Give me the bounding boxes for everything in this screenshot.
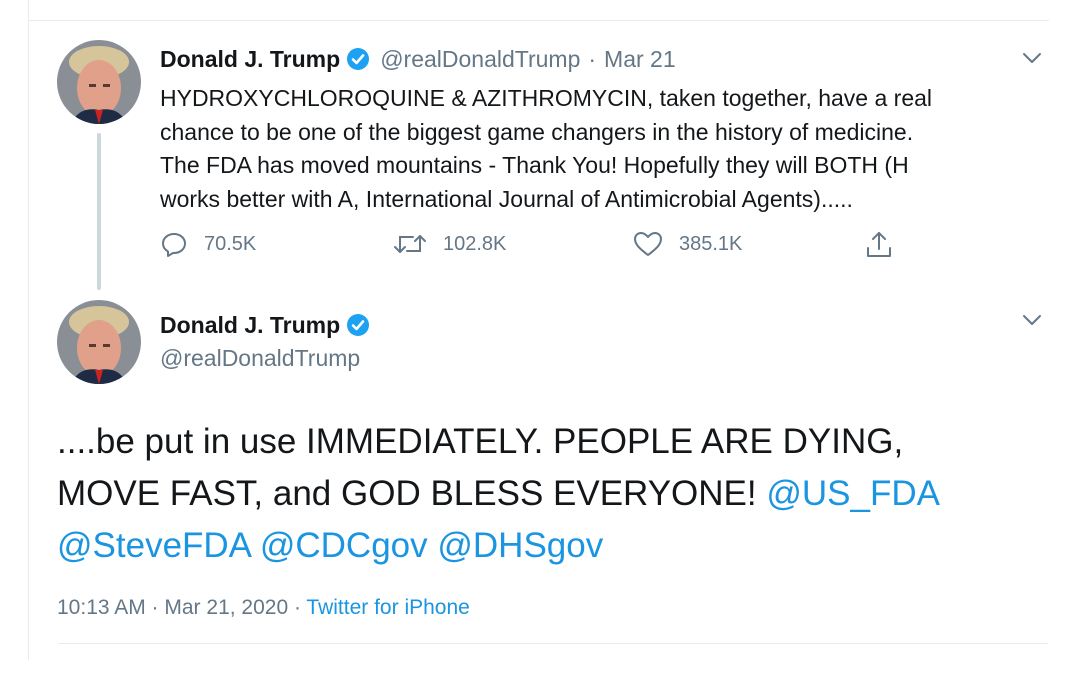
author-handle[interactable]: @realDonaldTrump	[380, 44, 580, 74]
retweet-button[interactable]: 102.8K	[393, 230, 506, 258]
mention-link[interactable]: @US_FDA	[766, 474, 940, 513]
chevron-down-icon[interactable]	[1020, 308, 1044, 332]
tweet-timestamp[interactable]: 10:13 AM · Mar 21, 2020 ·	[57, 596, 306, 619]
share-icon	[867, 232, 891, 257]
mention-link[interactable]: @SteveFDA	[57, 526, 250, 565]
author-name[interactable]: Donald J. Trump	[160, 310, 340, 340]
reply-count: 70.5K	[204, 232, 257, 255]
avatar[interactable]	[57, 300, 141, 384]
tweet-metadata: 10:13 AM · Mar 21, 2020 · Twitter for iP…	[57, 596, 470, 620]
separator-dot: ·	[588, 46, 597, 72]
author-name[interactable]: Donald J. Trump	[160, 44, 340, 74]
mention-link[interactable]: @DHSgov	[437, 526, 603, 565]
like-button[interactable]: 385.1K	[633, 230, 742, 258]
retweet-icon	[394, 235, 426, 253]
tweet-date[interactable]: Mar 21	[604, 44, 676, 74]
timeline-left-border	[28, 0, 29, 660]
mention-link[interactable]: @CDCgov	[260, 526, 428, 565]
top-divider	[29, 20, 1049, 21]
tweet-text-line: ....be put in use IMMEDIATELY. PEOPLE AR…	[57, 422, 904, 461]
tweet-actions: 70.5K 102.8K 385.1K	[160, 230, 900, 266]
tweet-text: ....be put in use IMMEDIATELY. PEOPLE AR…	[57, 416, 1047, 572]
share-button[interactable]	[864, 230, 910, 260]
tweet-text-line: HYDROXYCHLOROQUINE & AZITHROMYCIN, taken…	[160, 85, 933, 111]
tweet-text-line: MOVE FAST, and GOD BLESS EVERYONE! @US_F…	[57, 468, 1047, 520]
like-count: 385.1K	[679, 232, 743, 255]
avatar[interactable]	[57, 40, 141, 124]
chevron-down-icon[interactable]	[1020, 46, 1044, 70]
tweet-text-line: works better with A, International Journ…	[160, 185, 853, 212]
reply-button[interactable]: 70.5K	[160, 230, 256, 258]
retweet-count: 102.8K	[443, 232, 507, 255]
tweet-text-line: @SteveFDA @CDCgov @DHSgov	[57, 520, 1047, 572]
verified-badge-icon	[346, 47, 370, 71]
reply-icon	[162, 233, 186, 257]
tweet-text-segment: MOVE FAST, and GOD BLESS EVERYONE!	[57, 474, 767, 513]
tweet-text-line: The FDA has moved mountains - Thank You!…	[160, 152, 909, 178]
bottom-divider	[58, 643, 1048, 644]
tweet-header: Donald J. Trump	[160, 310, 380, 340]
tweet-source-link[interactable]: Twitter for iPhone	[306, 596, 469, 619]
tweet-text-line: chance to be one of the biggest game cha…	[160, 118, 914, 145]
tweet-header: Donald J. Trump @realDonaldTrump · Mar 2…	[160, 44, 676, 74]
thread-connector-line	[97, 133, 101, 290]
heart-icon	[634, 232, 662, 256]
author-handle[interactable]: @realDonaldTrump	[160, 345, 360, 372]
verified-badge-icon	[346, 313, 370, 337]
tweet-text: HYDROXYCHLOROQUINE & AZITHROMYCIN, taken…	[160, 82, 1040, 216]
